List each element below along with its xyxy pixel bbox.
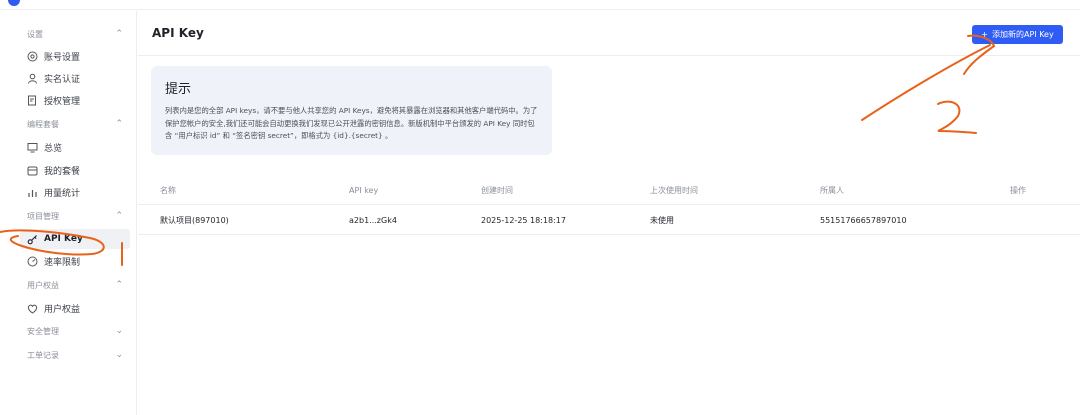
bar-chart-icon: [27, 187, 38, 198]
monitor-icon: [27, 142, 38, 153]
chevron-up-icon: ⌃: [115, 211, 123, 221]
key-icon: [27, 234, 38, 245]
chevron-down-icon: ⌄: [115, 350, 123, 360]
column-header-api-key: API key: [349, 185, 379, 195]
chevron-down-icon: ⌄: [115, 326, 123, 336]
cell-owner: 55151766657897010: [820, 215, 907, 225]
settings-circle-icon: [27, 51, 38, 62]
notice-body: 列表内是您的全部 API keys，请不要与他人共享您的 API Keys，避免…: [165, 106, 538, 140]
notice-title: 提示: [165, 82, 192, 97]
column-header-owner: 所属人: [820, 185, 844, 195]
gauge-icon: [27, 256, 38, 267]
cell-last-used: 未使用: [650, 215, 674, 225]
sidebar-item-rate-limit[interactable]: 速率限制: [20, 251, 130, 271]
sidebar-group-tickets[interactable]: 工单记录 ⌄: [0, 345, 137, 365]
page-title: API Key: [152, 26, 204, 40]
add-api-key-button[interactable]: + 添加新的API Key: [972, 25, 1063, 44]
sidebar-group-security[interactable]: 安全管理 ⌄: [0, 321, 137, 341]
main-content: API Key + 添加新的API Key 提示 列表内是您的全部 API ke…: [138, 11, 1080, 415]
brand-logo[interactable]: [8, 0, 20, 6]
chevron-up-icon: ⌃: [115, 29, 123, 39]
column-header-actions: 操作: [1010, 185, 1026, 195]
sidebar-item-usage-stats[interactable]: 用量统计: [20, 182, 130, 202]
logo-icon: [8, 0, 20, 6]
cell-name: 默认项目(897010): [160, 215, 229, 225]
sidebar-group-user-benefits[interactable]: 用户权益 ⌃: [0, 275, 137, 295]
chevron-up-icon: ⌃: [115, 280, 123, 290]
package-icon: [27, 165, 38, 176]
sidebar-item-my-plan[interactable]: 我的套餐: [20, 160, 130, 180]
heart-shield-icon: [27, 303, 38, 314]
sidebar: 设置 ⌃ 账号设置 实名认证 授权管理 编程套餐 ⌃ 总览 我的套餐 用量统计 …: [0, 11, 137, 415]
cell-created: 2025-12-25 18:18:17: [481, 215, 566, 225]
sidebar-group-settings[interactable]: 设置 ⌃: [0, 24, 137, 44]
table-row[interactable]: 默认项目(897010) a2b1...zGk4 2025-12-25 18:1…: [138, 205, 1080, 235]
sidebar-item-account-settings[interactable]: 账号设置: [20, 46, 130, 66]
user-icon: [27, 73, 38, 84]
sidebar-group-coding-plan[interactable]: 编程套餐 ⌃: [0, 114, 137, 134]
column-header-last-used: 上次使用时间: [650, 185, 698, 195]
document-check-icon: [27, 95, 38, 106]
plus-icon: +: [981, 30, 988, 39]
table-header: 名称 API key 创建时间 上次使用时间 所属人 操作: [138, 175, 1080, 205]
page-header: API Key + 添加新的API Key: [138, 11, 1080, 56]
sidebar-group-project-management[interactable]: 项目管理 ⌃: [0, 206, 137, 226]
sidebar-item-overview[interactable]: 总览: [20, 137, 130, 157]
column-header-name: 名称: [160, 185, 176, 195]
notice-box: 提示 列表内是您的全部 API keys，请不要与他人共享您的 API Keys…: [151, 66, 552, 155]
sidebar-item-api-key[interactable]: API Key: [20, 229, 130, 249]
api-key-table: 名称 API key 创建时间 上次使用时间 所属人 操作 默认项目(89701…: [138, 175, 1080, 235]
chevron-up-icon: ⌃: [115, 119, 123, 129]
sidebar-item-authorization[interactable]: 授权管理: [20, 90, 130, 110]
sidebar-item-user-benefits[interactable]: 用户权益: [20, 298, 130, 318]
cell-api-key: a2b1...zGk4: [349, 215, 397, 225]
top-navigation-bar: [0, 0, 1080, 10]
column-header-created: 创建时间: [481, 185, 513, 195]
sidebar-item-real-name[interactable]: 实名认证: [20, 68, 130, 88]
